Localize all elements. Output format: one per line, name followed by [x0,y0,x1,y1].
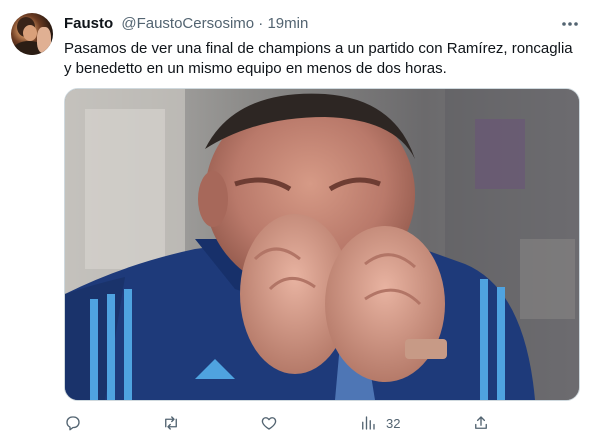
user-handle[interactable]: @FaustoCersosimo [121,15,254,32]
views-count: 32 [386,415,401,431]
tweet-text: Pasamos de ver una final de champions a … [64,40,573,77]
tweet-media-image[interactable] [64,88,580,401]
separator-dot: · [258,15,264,32]
views-icon [362,416,375,430]
reply-icon [66,416,80,431]
views-button[interactable]: 32 [359,412,400,434]
share-button[interactable] [472,412,490,434]
like-button[interactable] [260,412,278,434]
tweet-card[interactable]: Fausto @FaustoCersosimo · 19min Pasamos … [0,0,601,448]
retweet-button[interactable] [162,412,180,434]
reply-button[interactable] [64,412,82,434]
avatar[interactable] [11,13,53,55]
tweet-header: Fausto @FaustoCersosimo · 19min [64,15,308,33]
share-icon [475,416,487,429]
more-dots-icon[interactable] [560,14,580,34]
retweet-icon [165,416,177,430]
action-bar: 32 [64,412,504,434]
timestamp[interactable]: 19min [267,15,308,32]
display-name[interactable]: Fausto [64,15,113,32]
like-icon [261,417,277,430]
